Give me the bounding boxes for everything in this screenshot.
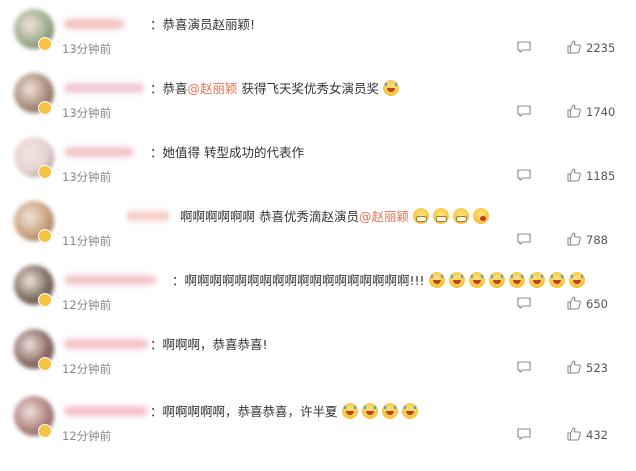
thumbs-up-icon[interactable] [566, 39, 582, 55]
comment-icon[interactable] [517, 169, 531, 181]
grinning-face-icon [453, 208, 469, 224]
comment-time: 12分钟前 [62, 362, 112, 376]
comment-text: ：恭喜@赵丽颖 获得飞天奖优秀女演员奖 [150, 79, 403, 99]
crying-face-icon [381, 403, 398, 419]
comment-time: 13分钟前 [62, 42, 112, 56]
like-count: 432 [586, 428, 608, 442]
screaming-face-icon [528, 272, 545, 288]
username-blurred[interactable] [64, 19, 124, 29]
comment-text-segment: ：啊啊啊，恭喜恭喜! [150, 337, 268, 352]
like-count: 523 [586, 361, 608, 375]
comment-text-segment: ：她值得 转型成功的代表作 [150, 145, 304, 160]
verified-badge-icon [38, 101, 52, 115]
verified-badge-icon [38, 165, 52, 179]
screaming-face-icon [468, 272, 485, 288]
comment-icon[interactable] [517, 105, 531, 117]
comment-icon[interactable] [517, 233, 531, 245]
username-blurred[interactable] [126, 211, 170, 221]
grinning-face-icon [433, 208, 449, 224]
verified-badge-icon [38, 357, 52, 371]
screaming-face-icon [448, 272, 465, 288]
comment-text-segment: ：啊啊啊啊啊啊啊啊啊啊啊啊啊啊啊啊啊啊!!! [172, 273, 425, 288]
crying-face-icon [401, 403, 418, 419]
username-blurred[interactable] [64, 406, 148, 416]
comment-text: ：她值得 转型成功的代表作 [150, 143, 304, 163]
crying-face-icon [341, 403, 358, 419]
verified-badge-icon [38, 293, 52, 307]
comment-time: 11分钟前 [62, 234, 112, 248]
verified-badge-icon [38, 424, 52, 438]
comment-icon[interactable] [517, 297, 531, 309]
thumbs-up-icon[interactable] [566, 231, 582, 247]
screaming-face-icon [568, 272, 585, 288]
thumbs-up-icon[interactable] [566, 103, 582, 119]
comment-icon[interactable] [517, 428, 531, 440]
comment-time: 13分钟前 [62, 106, 112, 120]
comment-item: ：啊啊啊，恭喜恭喜! 12分钟前 523 [0, 325, 636, 389]
mention-link[interactable]: @赵丽颖 [188, 81, 238, 96]
username-blurred[interactable] [64, 147, 134, 157]
comment-item: ：啊啊啊啊啊，恭喜恭喜，许半夏 12分钟前 432 [0, 392, 636, 456]
thumbs-up-icon[interactable] [566, 426, 582, 442]
username-blurred[interactable] [64, 83, 144, 93]
comment-item: ：恭喜演员赵丽颖! 13分钟前 2235 [0, 5, 636, 69]
username-blurred[interactable] [64, 275, 156, 285]
comment-text: ：啊啊啊啊啊，恭喜恭喜，许半夏 [150, 402, 422, 422]
crying-face-icon [361, 403, 378, 419]
like-count: 788 [586, 233, 608, 247]
comment-text-segment: ：恭喜演员赵丽颖! [150, 17, 256, 32]
grinning-face-icon [413, 208, 429, 224]
comment-item: ：她值得 转型成功的代表作 13分钟前 1185 [0, 133, 636, 197]
like-count: 1185 [586, 169, 616, 183]
comment-text: ：恭喜演员赵丽颖! [150, 15, 255, 35]
thumbs-up-icon[interactable] [566, 359, 582, 375]
comment-text-segment: ：恭喜 [150, 81, 188, 96]
like-count: 2235 [586, 41, 616, 55]
comment-icon[interactable] [517, 41, 531, 53]
comment-text-segment: ：啊啊啊啊啊，恭喜恭喜，许半夏 [150, 404, 338, 419]
verified-badge-icon [38, 229, 52, 243]
comment-item: ：恭喜@赵丽颖 获得飞天奖优秀女演员奖 13分钟前 1740 [0, 69, 636, 133]
comment-time: 13分钟前 [62, 170, 112, 184]
comment-text: ：啊啊啊，恭喜恭喜! [150, 335, 268, 355]
comment-item: ：啊啊啊啊啊啊啊啊啊啊啊啊啊啊啊啊啊啊!!! 12分钟前 650 [0, 261, 636, 325]
thumbs-up-icon[interactable] [566, 167, 582, 183]
crying-face-icon [383, 80, 400, 96]
comment-text: ：啊啊啊啊啊啊啊啊啊啊啊啊啊啊啊啊啊啊!!! [172, 271, 589, 291]
winking-face-icon [473, 208, 489, 224]
mention-link[interactable]: @赵丽颖 [359, 209, 409, 224]
comment-time: 12分钟前 [62, 298, 112, 312]
like-count: 650 [586, 297, 608, 311]
screaming-face-icon [488, 272, 505, 288]
screaming-face-icon [508, 272, 525, 288]
comment-text-segment: 获得飞天奖优秀女演员奖 [237, 81, 380, 96]
comment-time: 12分钟前 [62, 429, 112, 443]
like-count: 1740 [586, 105, 616, 119]
verified-badge-icon [38, 37, 52, 51]
comment-text-segment: 啊啊啊啊啊啊 恭喜优秀滴赵演员 [180, 209, 359, 224]
thumbs-up-icon[interactable] [566, 295, 582, 311]
screaming-face-icon [428, 272, 445, 288]
comment-text: 啊啊啊啊啊啊 恭喜优秀滴赵演员@赵丽颖 [180, 207, 493, 227]
comment-icon[interactable] [517, 361, 531, 373]
screaming-face-icon [548, 272, 565, 288]
comment-item: 啊啊啊啊啊啊 恭喜优秀滴赵演员@赵丽颖 11分钟前 788 [0, 197, 636, 261]
username-blurred[interactable] [64, 339, 148, 349]
